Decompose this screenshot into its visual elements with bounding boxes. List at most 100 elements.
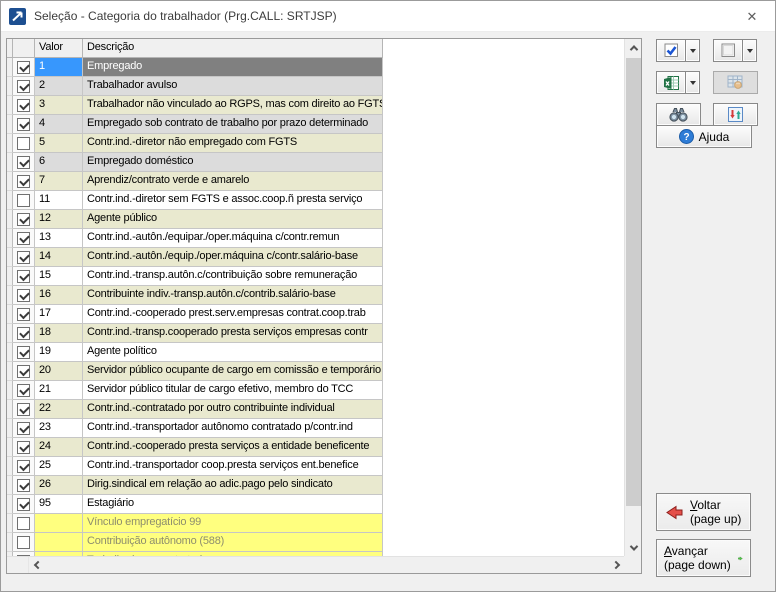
description-cell: Contr.ind.-contratado por outro contribu…	[83, 400, 383, 419]
row-checkbox[interactable]	[17, 270, 30, 283]
vertical-scrollbar[interactable]	[624, 39, 641, 556]
table-row[interactable]: Contribuição autônomo (588)	[7, 533, 624, 552]
table-row[interactable]: 26Dirig.sindical em relação ao adic.pago…	[7, 476, 624, 495]
row-filler	[383, 476, 624, 495]
table-row[interactable]: 23Contr.ind.-transportador autônomo cont…	[7, 419, 624, 438]
row-checkbox[interactable]	[17, 479, 30, 492]
sort-button[interactable]	[713, 103, 758, 126]
row-checkbox[interactable]	[17, 80, 30, 93]
check-all-button[interactable]	[656, 39, 686, 62]
table-row[interactable]: 2Trabalhador avulso	[7, 77, 624, 96]
value-cell: 26	[35, 476, 83, 495]
table-row[interactable]: 22Contr.ind.-contratado por outro contri…	[7, 400, 624, 419]
row-checkbox[interactable]	[17, 251, 30, 264]
scroll-down-button[interactable]	[625, 539, 642, 556]
close-button[interactable]: ✕	[729, 1, 775, 32]
row-checkbox[interactable]	[17, 99, 30, 112]
row-checkbox[interactable]	[17, 308, 30, 321]
header-filler	[383, 39, 624, 58]
forward-button[interactable]: Avançar (page down)	[656, 539, 751, 577]
row-filler	[383, 267, 624, 286]
row-checkbox[interactable]	[17, 232, 30, 245]
row-checkbox[interactable]	[17, 213, 30, 226]
uncheck-all-dropdown[interactable]	[742, 39, 757, 62]
checkbox-cell	[13, 495, 35, 514]
value-cell: 11	[35, 191, 83, 210]
description-cell: Estagiário	[83, 495, 383, 514]
table-row[interactable]: 3Trabalhador não vinculado ao RGPS, mas …	[7, 96, 624, 115]
row-checkbox[interactable]	[17, 175, 30, 188]
export-dropdown[interactable]	[685, 71, 700, 94]
description-cell: Agente público	[83, 210, 383, 229]
checkbox-cell	[13, 229, 35, 248]
table-row[interactable]: 20Servidor público ocupante de cargo em …	[7, 362, 624, 381]
row-checkbox[interactable]	[17, 346, 30, 359]
horizontal-scrollbar[interactable]	[7, 556, 624, 573]
checkbox-cell	[13, 457, 35, 476]
back-button[interactable]: Voltar (page up)	[656, 493, 751, 531]
table-row[interactable]: 18Contr.ind.-transp.cooperado presta ser…	[7, 324, 624, 343]
uncheck-all-button[interactable]	[713, 39, 743, 62]
description-cell: Aprendiz/contrato verde e amarelo	[83, 172, 383, 191]
back-sublabel: (page up)	[690, 512, 741, 526]
row-checkbox[interactable]	[17, 194, 30, 207]
header-checkbox-cell[interactable]	[13, 39, 35, 58]
table-row[interactable]: 16Contribuinte indiv.-transp.autôn.c/con…	[7, 286, 624, 305]
header-description[interactable]: Descrição	[83, 39, 383, 58]
row-checkbox[interactable]	[17, 498, 30, 511]
value-cell: 24	[35, 438, 83, 457]
table-row[interactable]: 13Contr.ind.-autôn./equipar./oper.máquin…	[7, 229, 624, 248]
table-row[interactable]: 6Empregado doméstico	[7, 153, 624, 172]
search-button[interactable]	[656, 103, 701, 126]
title-bar: Seleção - Categoria do trabalhador (Prg.…	[1, 1, 775, 32]
table-row[interactable]: 15Contr.ind.-transp.autôn.c/contribuição…	[7, 267, 624, 286]
value-cell: 23	[35, 419, 83, 438]
row-checkbox[interactable]	[17, 422, 30, 435]
row-checkbox[interactable]	[17, 137, 30, 150]
help-button[interactable]: ? Ajuda	[656, 125, 752, 148]
row-checkbox[interactable]	[17, 118, 30, 131]
row-checkbox[interactable]	[17, 156, 30, 169]
table-row[interactable]: 7Aprendiz/contrato verde e amarelo	[7, 172, 624, 191]
row-checkbox[interactable]	[17, 384, 30, 397]
vertical-scroll-thumb[interactable]	[626, 58, 641, 506]
row-checkbox[interactable]	[17, 61, 30, 74]
table-row[interactable]: 19Agente político	[7, 343, 624, 362]
scroll-up-button[interactable]	[625, 39, 642, 56]
checkbox-cell	[13, 362, 35, 381]
table-row[interactable]: 4Empregado sob contrato de trabalho por …	[7, 115, 624, 134]
table-row[interactable]: 12Agente público	[7, 210, 624, 229]
check-all-dropdown[interactable]	[685, 39, 700, 62]
table-row[interactable]: 14Contr.ind.-autôn./equip./oper.máquina …	[7, 248, 624, 267]
row-checkbox[interactable]	[17, 460, 30, 473]
row-checkbox[interactable]	[17, 365, 30, 378]
row-checkbox[interactable]	[17, 517, 30, 530]
header-value[interactable]: Valor	[35, 39, 83, 58]
row-filler	[383, 533, 624, 552]
row-checkbox[interactable]	[17, 536, 30, 549]
scroll-right-button[interactable]	[607, 557, 624, 574]
table-row[interactable]: 5Contr.ind.-diretor não empregado com FG…	[7, 134, 624, 153]
table-row[interactable]: Vínculo empregatício 99	[7, 514, 624, 533]
table-row[interactable]: 17Contr.ind.-cooperado prest.serv.empres…	[7, 305, 624, 324]
row-checkbox[interactable]	[17, 403, 30, 416]
table-row[interactable]: 21Servidor público titular de cargo efet…	[7, 381, 624, 400]
value-cell	[35, 533, 83, 552]
row-filler	[383, 77, 624, 96]
row-checkbox[interactable]	[17, 327, 30, 340]
table-row[interactable]: 95Estagiário	[7, 495, 624, 514]
description-cell: Contribuição autônomo (588)	[83, 533, 383, 552]
row-filler	[383, 305, 624, 324]
value-cell: 21	[35, 381, 83, 400]
table-row[interactable]: 1Empregado	[7, 58, 624, 77]
red-left-arrow-icon	[664, 505, 683, 520]
value-cell	[35, 514, 83, 533]
scroll-left-button[interactable]	[29, 557, 46, 574]
table-row[interactable]: 25Contr.ind.-transportador coop.presta s…	[7, 457, 624, 476]
row-checkbox[interactable]	[17, 441, 30, 454]
row-filler	[383, 438, 624, 457]
row-checkbox[interactable]	[17, 289, 30, 302]
export-excel-button[interactable]	[656, 71, 686, 94]
table-row[interactable]: 11Contr.ind.-diretor sem FGTS e assoc.co…	[7, 191, 624, 210]
table-row[interactable]: 24Contr.ind.-cooperado presta serviços a…	[7, 438, 624, 457]
